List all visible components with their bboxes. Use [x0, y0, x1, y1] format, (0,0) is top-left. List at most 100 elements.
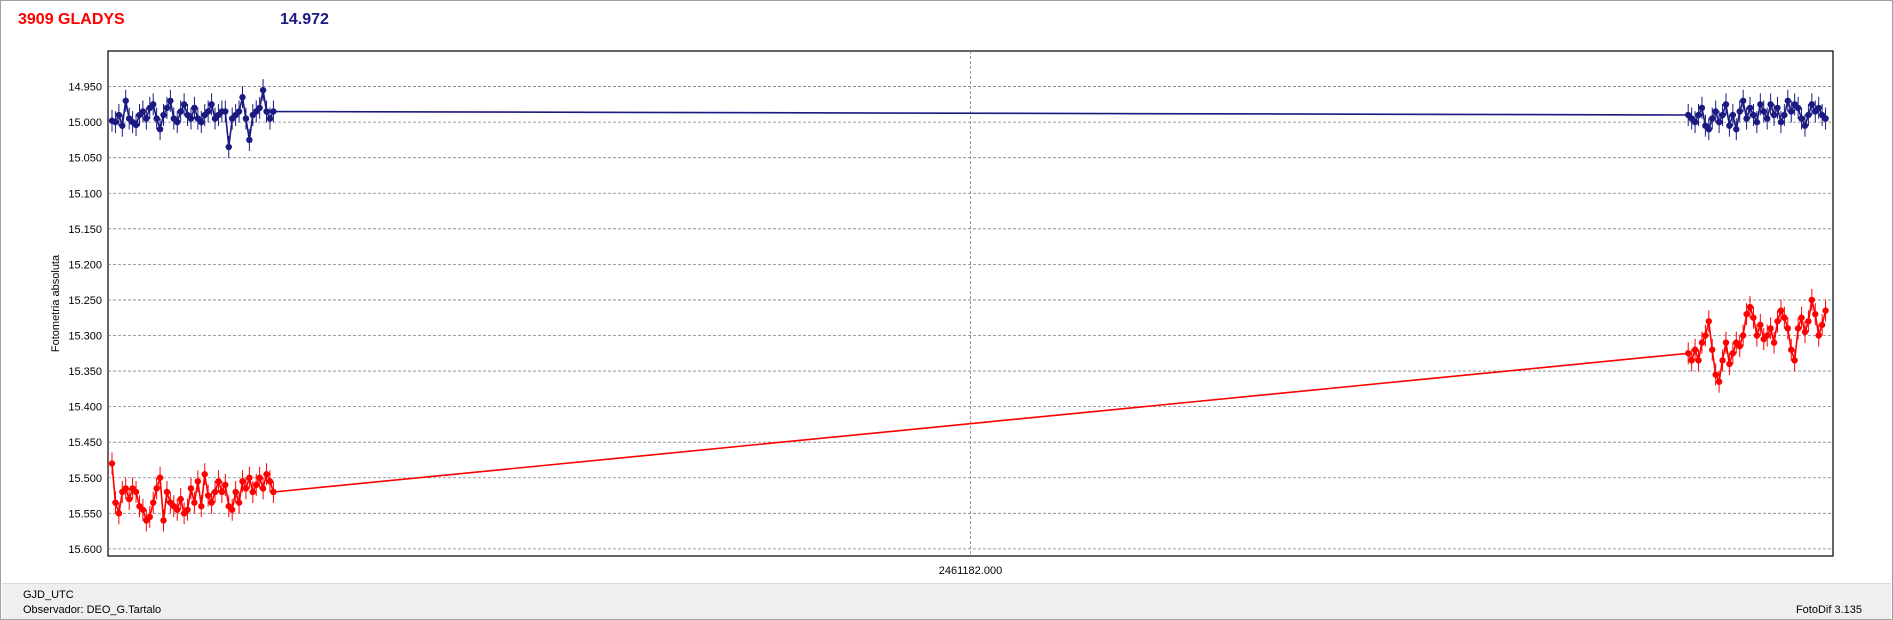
data-point — [1770, 111, 1778, 119]
data-point — [1812, 310, 1819, 318]
data-point — [1774, 104, 1781, 112]
data-point — [1798, 314, 1805, 321]
y-tick-label: 15.000 — [68, 117, 102, 129]
data-point — [1784, 97, 1791, 104]
data-point — [1719, 111, 1726, 119]
data-point — [191, 104, 198, 112]
data-point — [1715, 118, 1723, 126]
data-point — [1743, 115, 1750, 122]
data-point — [115, 111, 123, 119]
data-point — [1794, 104, 1802, 112]
data-point — [1688, 357, 1695, 364]
data-point — [204, 492, 212, 499]
data-point — [1818, 321, 1826, 329]
data-point — [215, 478, 222, 485]
data-point — [1702, 332, 1709, 339]
data-point — [160, 111, 167, 119]
data-point — [232, 488, 239, 496]
data-point — [163, 488, 171, 496]
y-tick-label: 15.350 — [68, 366, 102, 378]
data-point — [246, 136, 253, 144]
data-point — [222, 481, 229, 489]
data-point — [112, 499, 119, 506]
data-point — [242, 485, 250, 492]
data-point — [194, 478, 202, 485]
data-point — [122, 97, 129, 104]
data-point — [1691, 118, 1699, 126]
data-point — [1750, 314, 1757, 321]
data-point — [211, 488, 219, 496]
data-point — [1788, 346, 1795, 353]
y-tick-label: 15.050 — [68, 153, 102, 165]
data-point — [1750, 111, 1757, 119]
data-point — [1757, 101, 1764, 108]
data-point — [1705, 318, 1713, 325]
data-point — [1801, 328, 1809, 336]
data-point — [1743, 310, 1750, 318]
data-point — [1722, 339, 1730, 346]
data-point — [125, 495, 133, 503]
data-point — [1805, 111, 1812, 119]
data-point — [1767, 325, 1774, 332]
data-point — [1763, 332, 1771, 339]
data-point — [1788, 108, 1795, 115]
app-window: 3909 GLADYS 14.972 14.950 15.000 15.050 15.… — [0, 0, 1893, 620]
data-point — [256, 104, 263, 112]
data-point — [1739, 332, 1747, 339]
data-point — [1767, 101, 1774, 108]
data-point — [150, 101, 157, 108]
data-point — [167, 97, 174, 104]
data-point — [115, 510, 123, 517]
data-point — [263, 471, 270, 478]
data-point — [1736, 342, 1743, 350]
data-point — [153, 485, 160, 492]
data-point — [1822, 307, 1829, 314]
data-point — [1712, 108, 1719, 115]
data-point — [256, 474, 263, 481]
data-point — [1729, 111, 1737, 119]
data-point — [218, 488, 226, 496]
data-point — [1774, 318, 1781, 325]
data-point — [239, 94, 246, 101]
data-point — [1808, 296, 1816, 304]
data-point — [1794, 325, 1802, 332]
data-point — [1739, 97, 1747, 104]
data-point — [1712, 371, 1719, 378]
data-point — [187, 115, 195, 122]
y-axis-label: Fotometria absoluta — [50, 254, 62, 352]
data-point — [180, 101, 188, 108]
data-point — [1753, 332, 1761, 339]
y-tick-label: 14.950 — [68, 82, 102, 94]
data-point — [1815, 104, 1822, 112]
y-tick-label: 15.400 — [68, 402, 102, 414]
data-point — [1709, 115, 1716, 122]
data-point — [1746, 303, 1754, 311]
data-point — [174, 506, 181, 513]
data-point — [270, 488, 277, 496]
y-tick-label: 15.500 — [68, 473, 102, 485]
data-point — [266, 115, 274, 122]
data-point — [1815, 332, 1822, 339]
data-point — [204, 108, 212, 115]
data-point — [198, 118, 205, 126]
data-point — [225, 143, 232, 151]
data-point — [228, 506, 236, 513]
y-tick-label: 15.450 — [68, 437, 102, 449]
data-point — [132, 121, 140, 129]
data-point — [112, 118, 119, 126]
data-point — [1760, 108, 1767, 115]
data-point — [132, 488, 140, 496]
data-point — [222, 108, 229, 115]
data-point — [139, 108, 147, 115]
light-curve-chart: 14.950 15.000 15.050 15.100 15.150 15.200 15.2… — [50, 50, 1834, 577]
observer-label: Observador: DEO_G.Tartalo — [23, 604, 162, 616]
data-point — [1685, 350, 1692, 357]
data-point — [201, 471, 208, 478]
data-point — [1719, 357, 1726, 364]
data-point — [153, 115, 160, 122]
data-point — [1753, 118, 1761, 126]
data-point — [1746, 104, 1754, 112]
data-point — [242, 115, 250, 122]
data-point — [143, 115, 150, 122]
data-point — [1801, 122, 1809, 129]
